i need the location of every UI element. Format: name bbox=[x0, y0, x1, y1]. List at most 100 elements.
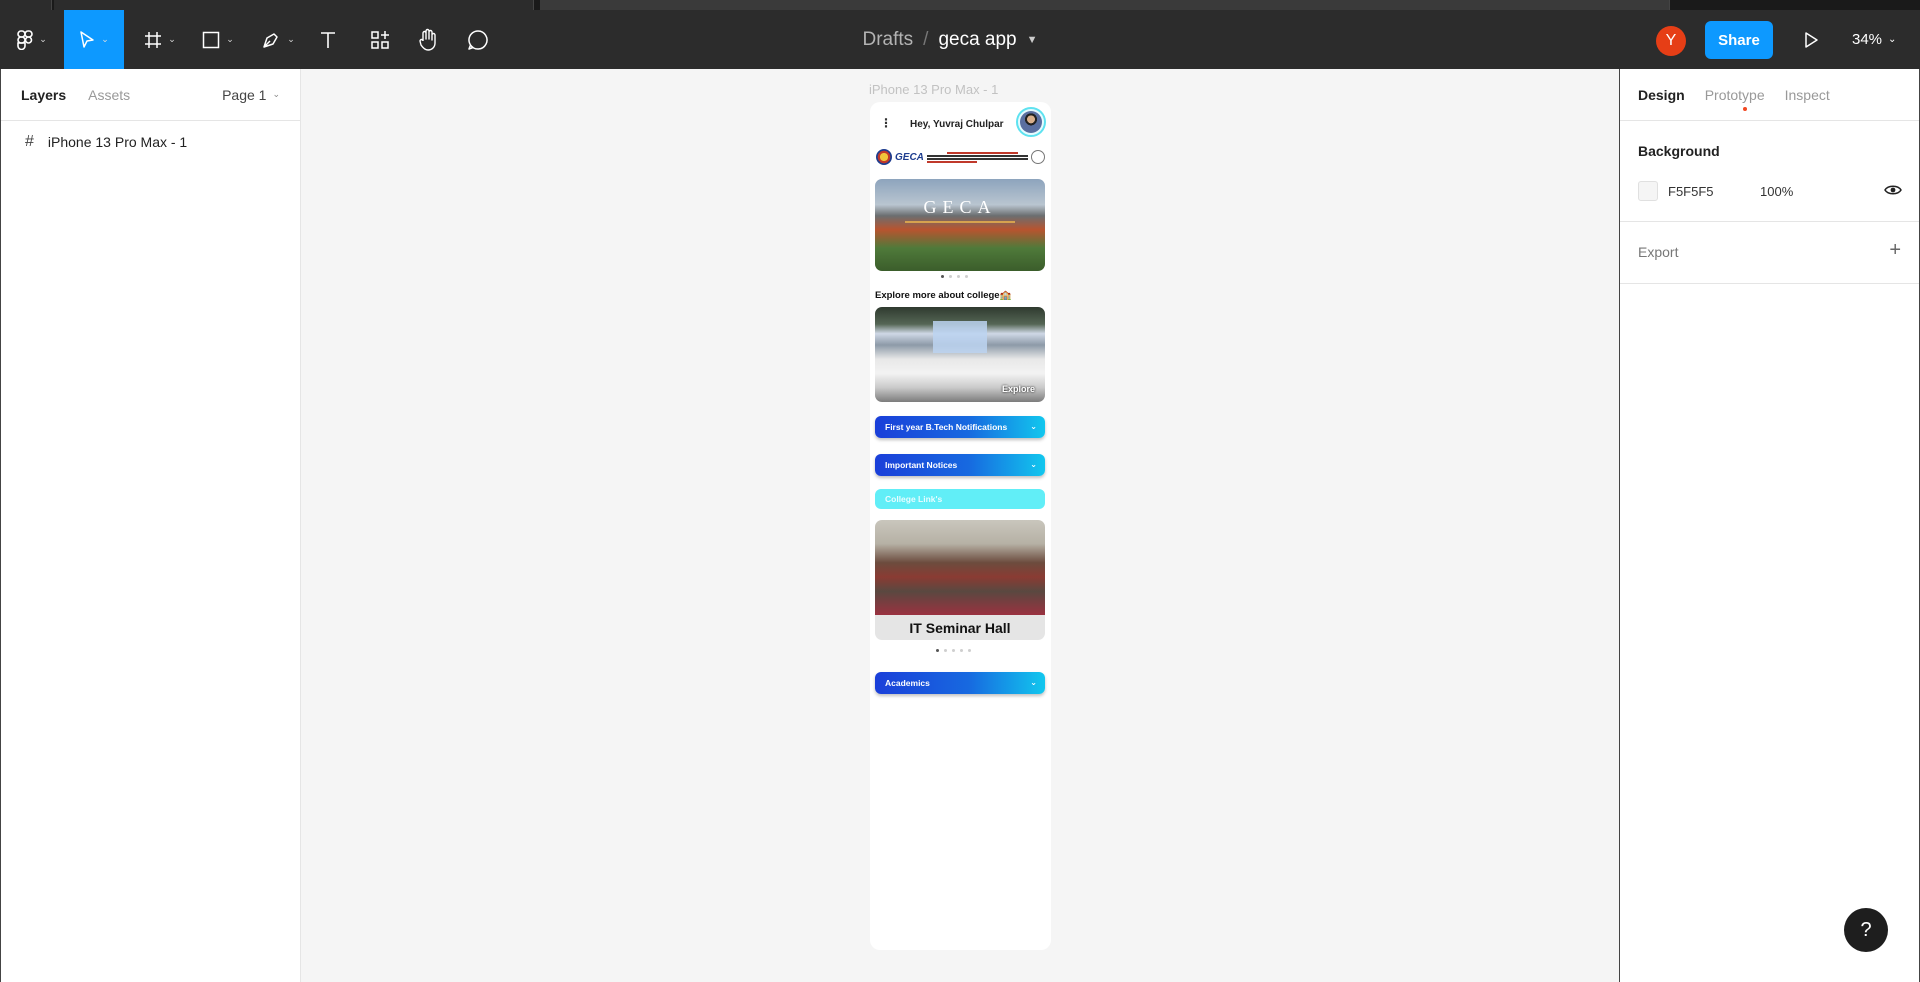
chevron-down-icon: ⌄ bbox=[168, 34, 176, 44]
chevron-down-icon: ⌄ bbox=[287, 34, 295, 44]
hand-icon bbox=[419, 28, 436, 51]
profile-photo bbox=[1020, 111, 1042, 133]
dropdown-label: First year B.Tech Notifications bbox=[885, 422, 1008, 432]
background-section: Background F5F5F5 100% bbox=[1620, 121, 1919, 222]
layers-panel: Layers Assets Page 1 ⌄ # iPhone 13 Pro M… bbox=[0, 69, 301, 982]
chevron-down-icon: ⌄ bbox=[1030, 422, 1037, 431]
seminar-caption: IT Seminar Hall bbox=[875, 615, 1045, 640]
main-menu-icon bbox=[17, 29, 34, 50]
seminar-hall-image[interactable] bbox=[875, 520, 1045, 615]
logo-caption-lines bbox=[926, 151, 1028, 163]
hand-tool-button[interactable] bbox=[416, 10, 440, 69]
tab-strip-segment bbox=[540, 0, 1670, 10]
carousel-dot[interactable] bbox=[968, 649, 971, 652]
canvas[interactable]: iPhone 13 Pro Max - 1 ⋮ Hey, Yuvraj Chul… bbox=[301, 69, 1619, 982]
carousel-dot[interactable] bbox=[957, 275, 960, 278]
pen-tool-button[interactable]: ⌄ bbox=[256, 10, 300, 69]
tab-strip-segment bbox=[0, 0, 52, 10]
explore-heading: Explore more about college🏫 bbox=[875, 290, 1012, 301]
tab-assets[interactable]: Assets bbox=[88, 87, 130, 103]
text-icon bbox=[321, 31, 335, 48]
carousel-dot[interactable] bbox=[949, 275, 952, 278]
user-avatar[interactable]: Y bbox=[1656, 26, 1686, 56]
present-button[interactable] bbox=[1800, 28, 1822, 52]
breadcrumb-drafts[interactable]: Drafts bbox=[862, 29, 913, 51]
carousel-dot[interactable] bbox=[944, 649, 947, 652]
move-icon bbox=[80, 30, 94, 48]
greeting-text: Hey, Yuvraj Chulpar bbox=[910, 119, 1004, 130]
help-button[interactable]: ? bbox=[1844, 908, 1888, 952]
carousel-dot[interactable] bbox=[952, 649, 955, 652]
notification-dot bbox=[1742, 106, 1747, 111]
hero-carousel-dots[interactable] bbox=[941, 275, 968, 278]
more-vertical-icon[interactable]: ⋮ bbox=[880, 116, 892, 130]
right-panel-tabs: Design Prototype Inspect bbox=[1620, 69, 1919, 121]
college-links-button[interactable]: College Link's bbox=[875, 489, 1045, 509]
design-panel: Design Prototype Inspect Background F5F5… bbox=[1619, 69, 1920, 982]
dropdown-label: Academics bbox=[885, 678, 930, 688]
add-export-button[interactable]: + bbox=[1889, 239, 1901, 262]
tab-prototype[interactable]: Prototype bbox=[1704, 86, 1765, 111]
comment-icon bbox=[468, 29, 488, 50]
button-label: College Link's bbox=[885, 494, 943, 504]
main-menu-button[interactable]: ⌄ bbox=[10, 10, 54, 69]
campus-hero-image[interactable]: GECA bbox=[875, 179, 1045, 271]
color-swatch[interactable] bbox=[1638, 181, 1658, 201]
rectangle-icon bbox=[202, 31, 220, 48]
page-selector[interactable]: Page 1 ⌄ bbox=[222, 87, 280, 103]
comment-tool-button[interactable] bbox=[466, 10, 490, 69]
first-year-notifications-dropdown[interactable]: First year B.Tech Notifications ⌄ bbox=[875, 416, 1045, 438]
carousel-dot[interactable] bbox=[960, 649, 963, 652]
pen-icon bbox=[263, 32, 278, 48]
chevron-down-icon: ⌄ bbox=[1888, 34, 1897, 45]
tab-design[interactable]: Design bbox=[1638, 87, 1685, 103]
chevron-down-icon: ⌄ bbox=[226, 34, 234, 44]
shape-tool-button[interactable]: ⌄ bbox=[196, 10, 240, 69]
toolbar: ⌄ ⌄ ⌄ ⌄ ⌄ Drafts / geca app ▼ Y Share 34… bbox=[0, 10, 1920, 69]
resources-icon bbox=[371, 30, 389, 49]
frame-tool-button[interactable]: ⌄ bbox=[138, 10, 182, 69]
background-opacity-input[interactable]: 100% bbox=[1760, 184, 1793, 199]
chevron-down-icon: ⌄ bbox=[272, 89, 280, 99]
profile-avatar[interactable] bbox=[1016, 107, 1046, 137]
phone-frame[interactable]: ⋮ Hey, Yuvraj Chulpar GECA GECA Explore … bbox=[870, 102, 1051, 950]
tab-layers[interactable]: Layers bbox=[21, 87, 66, 103]
text-tool-button[interactable] bbox=[316, 10, 340, 69]
eye-icon bbox=[1884, 185, 1902, 195]
app-header: ⋮ Hey, Yuvraj Chulpar bbox=[870, 102, 1051, 142]
chevron-down-icon: ⌄ bbox=[39, 34, 47, 44]
college-logo-banner: GECA bbox=[876, 147, 1045, 167]
visibility-toggle[interactable] bbox=[1884, 183, 1902, 200]
emblem-icon bbox=[1031, 150, 1045, 164]
layer-item[interactable]: # iPhone 13 Pro Max - 1 bbox=[1, 121, 300, 151]
explore-college-card[interactable]: Explore bbox=[875, 307, 1045, 402]
background-title: Background bbox=[1638, 143, 1720, 159]
file-name[interactable]: geca app bbox=[938, 29, 1016, 51]
dropdown-label: Important Notices bbox=[885, 460, 958, 470]
frame-label[interactable]: iPhone 13 Pro Max - 1 bbox=[869, 82, 998, 97]
chevron-down-icon: ⌄ bbox=[1030, 678, 1037, 687]
seminar-carousel-dots[interactable] bbox=[936, 649, 971, 652]
important-notices-dropdown[interactable]: Important Notices ⌄ bbox=[875, 454, 1045, 476]
zoom-menu[interactable]: 34% ⌄ bbox=[1852, 10, 1896, 69]
tab-strip-segment bbox=[54, 0, 534, 10]
carousel-dot[interactable] bbox=[965, 275, 968, 278]
carousel-dot[interactable] bbox=[936, 649, 939, 652]
chevron-down-icon: ⌄ bbox=[1030, 460, 1037, 469]
export-title: Export bbox=[1638, 244, 1679, 260]
share-button[interactable]: Share bbox=[1705, 21, 1773, 59]
tab-inspect[interactable]: Inspect bbox=[1785, 87, 1830, 103]
chevron-down-icon[interactable]: ▼ bbox=[1027, 34, 1038, 46]
frame-icon bbox=[145, 31, 162, 48]
explore-label: Explore bbox=[1001, 384, 1035, 394]
carousel-dot[interactable] bbox=[941, 275, 944, 278]
move-tool-button[interactable]: ⌄ bbox=[64, 10, 124, 69]
frame-icon: # bbox=[25, 133, 34, 150]
background-hex-input[interactable]: F5F5F5 bbox=[1668, 184, 1760, 199]
layer-item-label: iPhone 13 Pro Max - 1 bbox=[47, 134, 188, 150]
play-icon bbox=[1805, 32, 1818, 48]
tab-prototype-label: Prototype bbox=[1704, 86, 1765, 103]
left-panel-tabs: Layers Assets Page 1 ⌄ bbox=[1, 69, 300, 121]
academics-dropdown[interactable]: Academics ⌄ bbox=[875, 672, 1045, 694]
resources-button[interactable] bbox=[368, 10, 392, 69]
